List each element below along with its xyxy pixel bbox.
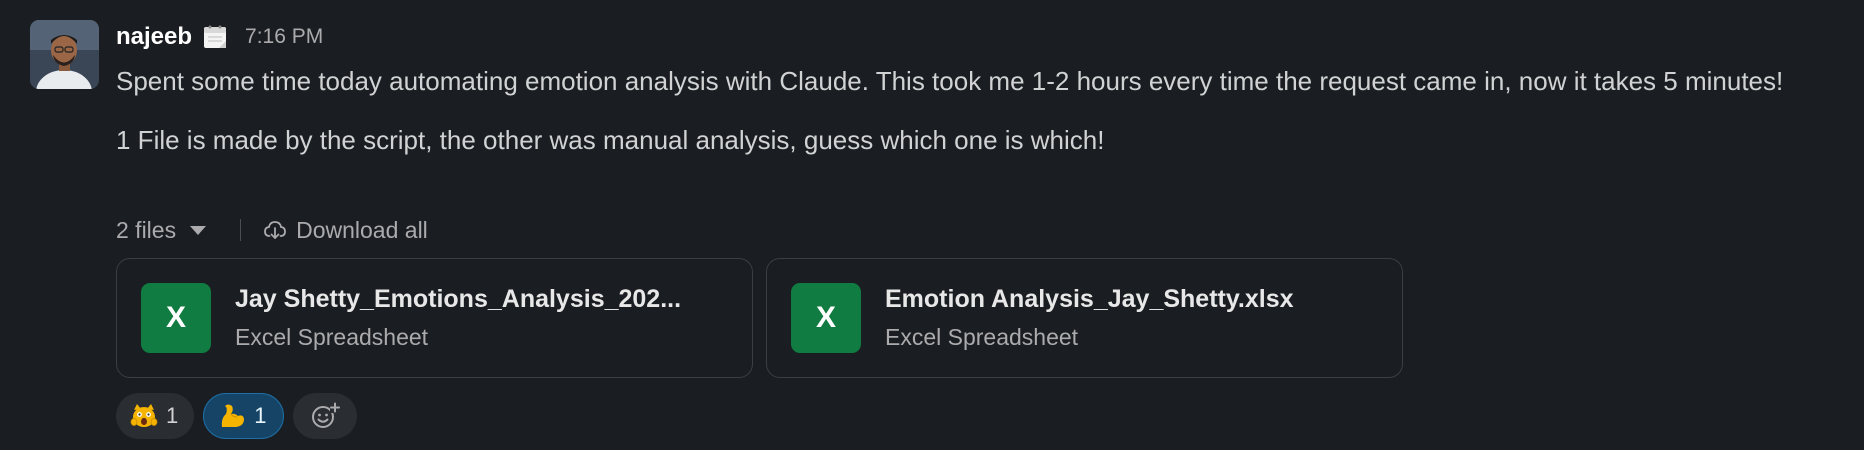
download-all-button[interactable]: Download all: [296, 217, 428, 244]
reaction-scream-cat[interactable]: 1: [116, 393, 195, 439]
file-type: Excel Spreadsheet: [235, 324, 429, 350]
file-card[interactable]: X Emotion Analysis_Jay_Shetty.xlsx Excel…: [766, 258, 1403, 378]
file-name[interactable]: Jay Shetty_Emotions_Analysis_202...: [235, 285, 735, 314]
message-paragraph: Spent some time today automating emotion…: [116, 66, 1784, 96]
message-body: Spent some time today automating emotion…: [116, 60, 1846, 161]
caret-down-icon[interactable]: [190, 225, 207, 235]
add-reaction-button[interactable]: [292, 393, 357, 439]
reaction-count: 1: [254, 403, 267, 428]
file-type: Excel Spreadsheet: [885, 324, 1079, 350]
divider: [240, 219, 242, 241]
excel-file-icon: X: [791, 283, 861, 353]
scream-cat-icon: [130, 402, 158, 430]
files-count-toggle[interactable]: 2 files: [116, 217, 176, 244]
file-card[interactable]: X Jay Shetty_Emotions_Analysis_202... Ex…: [116, 258, 753, 378]
reactions-bar: 1 1: [116, 393, 357, 439]
message-paragraph: 1 File is made by the script, the other …: [116, 125, 1105, 155]
message: najeeb 7:16 PM Spent some time today aut…: [0, 0, 1864, 450]
calendar-icon[interactable]: [201, 23, 229, 51]
file-name[interactable]: Emotion Analysis_Jay_Shetty.xlsx: [885, 285, 1385, 314]
reaction-flexed-biceps[interactable]: 1: [203, 393, 284, 439]
author-name[interactable]: najeeb: [116, 23, 192, 51]
flexed-biceps-icon: [218, 402, 246, 430]
excel-file-icon: X: [141, 283, 211, 353]
reaction-count: 1: [166, 403, 179, 428]
message-header: najeeb 7:16 PM: [116, 18, 323, 56]
avatar[interactable]: [30, 20, 99, 89]
cloud-download-icon[interactable]: [263, 218, 287, 242]
add-emoji-icon: [311, 402, 341, 428]
timestamp[interactable]: 7:16 PM: [245, 25, 323, 49]
files-bar: 2 files Download all: [116, 214, 428, 246]
